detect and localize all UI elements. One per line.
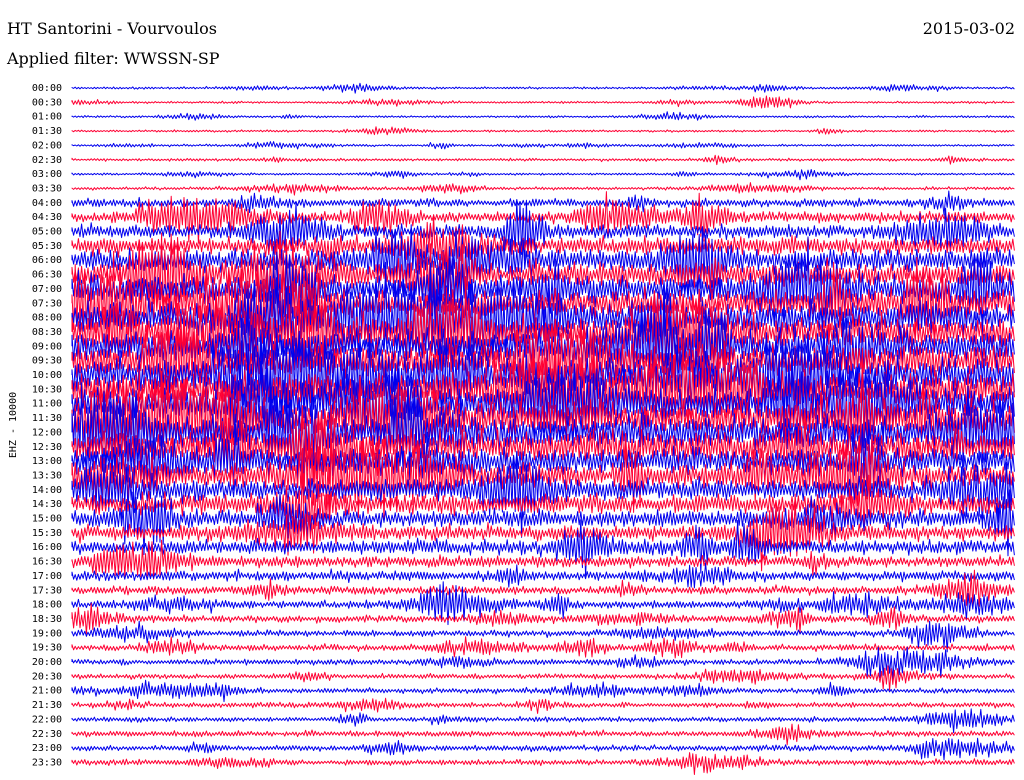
- seismic-trace: [71, 141, 1015, 150]
- time-label: 09:00: [32, 341, 62, 352]
- seismic-trace: [71, 182, 1015, 196]
- time-label: 21:00: [32, 686, 62, 697]
- time-label: 10:30: [32, 384, 62, 395]
- seismic-trace: [71, 646, 1015, 680]
- seismic-trace: [71, 752, 1015, 775]
- seismic-trace: [71, 169, 1015, 181]
- time-label: 04:30: [32, 212, 62, 223]
- time-label: 18:30: [32, 614, 62, 625]
- time-label: 07:30: [32, 298, 62, 309]
- time-label: 13:30: [32, 470, 62, 481]
- time-label: 15:00: [32, 514, 62, 525]
- time-label: 00:00: [32, 83, 62, 94]
- seismic-trace: [71, 562, 1015, 589]
- seismic-trace: [71, 154, 1015, 166]
- seismic-trace: [71, 665, 1015, 691]
- time-label: 12:30: [32, 442, 62, 453]
- time-label: 12:00: [32, 427, 62, 438]
- time-label: 00:30: [32, 97, 62, 108]
- time-label: 03:30: [32, 183, 62, 194]
- time-label: 06:00: [32, 255, 62, 266]
- time-label: 04:00: [32, 198, 62, 209]
- time-label: 23:30: [32, 757, 62, 768]
- time-label: 17:30: [32, 585, 62, 596]
- time-label: 06:30: [32, 270, 62, 281]
- time-label: 21:30: [32, 700, 62, 711]
- time-label: 19:00: [32, 628, 62, 639]
- time-label: 09:30: [32, 356, 62, 367]
- time-label: 03:00: [32, 169, 62, 180]
- time-label: 19:30: [32, 643, 62, 654]
- time-label: 20:00: [32, 657, 62, 668]
- time-label: 05:00: [32, 227, 62, 238]
- time-label: 02:30: [32, 155, 62, 166]
- time-label: 22:00: [32, 714, 62, 725]
- time-label: 07:00: [32, 284, 62, 295]
- time-label: 14:30: [32, 499, 62, 510]
- time-label: 18:00: [32, 600, 62, 611]
- time-label: 11:30: [32, 413, 62, 424]
- time-label: 16:30: [32, 557, 62, 568]
- time-label: 15:30: [32, 528, 62, 539]
- time-label: 08:30: [32, 327, 62, 338]
- seismic-trace: [71, 697, 1015, 714]
- y-axis-label: EHZ - 10000: [8, 392, 19, 458]
- trace-group: [71, 82, 1015, 775]
- seismic-trace: [71, 126, 1015, 136]
- time-label: 20:30: [32, 671, 62, 682]
- time-label: 02:00: [32, 140, 62, 151]
- time-label: 01:30: [32, 126, 62, 137]
- seismic-trace: [71, 519, 1015, 577]
- seismic-trace: [71, 82, 1015, 94]
- seismic-trace: [71, 95, 1015, 109]
- time-label: 13:00: [32, 456, 62, 467]
- time-label: 22:30: [32, 729, 62, 740]
- time-label: 11:00: [32, 399, 62, 410]
- time-label: 05:30: [32, 241, 62, 252]
- time-label: 01:00: [32, 112, 62, 123]
- time-label: 08:00: [32, 313, 62, 324]
- seismic-trace: [71, 111, 1015, 121]
- seismic-trace: [71, 679, 1015, 703]
- seismic-trace: [71, 636, 1015, 659]
- time-label: 23:00: [32, 743, 62, 754]
- time-label: 16:00: [32, 542, 62, 553]
- seismic-trace: [71, 737, 1015, 761]
- seismic-trace: [71, 708, 1015, 734]
- time-label: 10:00: [32, 370, 62, 381]
- time-label: 14:00: [32, 485, 62, 496]
- time-label: 17:00: [32, 571, 62, 582]
- seismic-trace: [71, 723, 1015, 746]
- seismogram-plot: EHZ - 10000 00:00 00:30 01:00 01:30 02:00 02:3…: [8, 82, 1015, 775]
